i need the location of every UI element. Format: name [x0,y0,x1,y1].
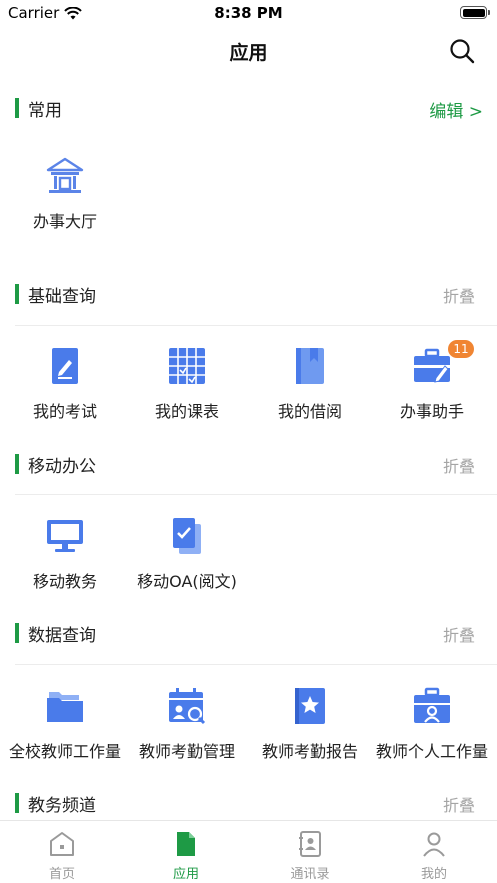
app-label: 我的考试 [32,402,97,421]
page-title: 应用 [229,42,268,64]
app-row-basic: 我的考试 我的课表 我的借阅 11 办事助手 [0,340,497,446]
app-label: 移动OA(阅文) [137,572,237,591]
divider [15,325,497,326]
section-title-common: 常用 [28,101,62,121]
document-check-icon [173,518,201,554]
app-my-schedule[interactable]: 我的课表 [125,346,249,446]
folder-icon [47,692,83,722]
tab-label: 我的 [420,867,447,882]
collapse-button-basic[interactable]: 折叠 [443,283,475,307]
app-teacher-personal-work[interactable]: 教师个人工作量 [370,686,494,786]
section-marker [15,623,19,643]
app-label: 办事大厅 [32,212,97,231]
contacts-icon [299,831,321,857]
tab-contacts[interactable]: 通讯录 [248,821,372,883]
section-header-common: 常用 编辑 > [0,94,497,124]
nav-bar: 应用 [0,26,497,76]
app-label: 教师考勤报告 [261,742,358,761]
collapse-button-academic[interactable]: 折叠 [443,792,475,816]
section-header-data: 数据查询 折叠 [0,619,497,649]
search-icon[interactable] [449,38,475,64]
briefcase-user-icon [414,687,450,723]
app-my-exam[interactable]: 我的考试 [3,346,127,446]
building-icon [46,157,84,193]
app-row-common: 办事大厅 [0,156,497,256]
section-title-mobile: 移动办公 [28,457,96,477]
battery-icon [460,6,490,19]
toolbox-icon [414,348,450,383]
calendar-grid-icon [169,348,205,384]
section-marker [15,284,19,304]
section-header-academic: 教务频道 折叠 [0,789,497,819]
document-icon [177,832,195,856]
section-title-data: 数据查询 [28,626,96,646]
tab-label: 首页 [48,867,75,882]
tab-label: 通讯录 [290,867,330,882]
app-label: 全校教师工作量 [8,742,121,761]
section-marker [15,793,19,813]
tab-apps[interactable]: 应用 [124,821,248,883]
section-header-mobile: 移动办公 折叠 [0,450,497,480]
app-teacher-attendance-mgmt[interactable]: 教师考勤管理 [125,686,249,786]
tab-bar: 首页 应用 通讯录 我的 [0,820,497,883]
app-row-mobile: 移动教务 移动OA(阅文) [0,516,497,616]
app-label: 教师考勤管理 [138,742,235,761]
book-icon [296,348,324,384]
app-assistant[interactable]: 11 办事助手 [370,340,494,446]
app-service-hall[interactable]: 办事大厅 [3,156,127,256]
user-icon [423,832,445,857]
star-book-icon [295,688,325,724]
exam-icon [52,348,78,384]
monitor-icon [47,520,83,552]
notification-badge: 11 [448,340,474,358]
app-teacher-attendance-report[interactable]: 教师考勤报告 [248,686,372,786]
edit-button[interactable]: 编辑 > [429,97,483,122]
section-marker [15,454,19,474]
collapse-button-mobile[interactable]: 折叠 [443,453,475,477]
app-label: 办事助手 [399,402,464,421]
tab-home[interactable]: 首页 [0,821,124,883]
app-label: 移动教务 [32,572,97,591]
section-title-basic: 基础查询 [28,287,96,307]
status-time: 8:38 PM [214,4,283,22]
collapse-button-data[interactable]: 折叠 [443,622,475,646]
divider [15,494,497,495]
app-label: 教师个人工作量 [375,742,488,761]
app-my-borrow[interactable]: 我的借阅 [248,346,372,446]
apps-content[interactable]: 常用 编辑 > 办事大厅 基础查询 折叠 我的考试 我的课表 我的借阅 11 办… [0,84,497,820]
tab-label: 应用 [172,867,199,882]
app-mobile-academic[interactable]: 移动教务 [3,516,127,616]
app-row-data: 全校教师工作量 教师考勤管理 教师考勤报告 教师个人工作量 [0,686,497,786]
app-label: 我的课表 [154,402,219,421]
section-header-basic: 基础查询 折叠 [0,280,497,310]
calendar-search-icon [169,688,206,725]
app-mobile-oa[interactable]: 移动OA(阅文) [125,516,249,616]
section-title-academic: 教务频道 [28,796,96,816]
tab-mine[interactable]: 我的 [372,821,496,883]
home-icon [50,832,74,856]
divider [15,664,497,665]
app-label: 我的借阅 [277,402,342,421]
app-all-teacher-work[interactable]: 全校教师工作量 [3,686,127,786]
section-marker [15,98,19,118]
status-bar: Carrier 8:38 PM [0,0,497,26]
